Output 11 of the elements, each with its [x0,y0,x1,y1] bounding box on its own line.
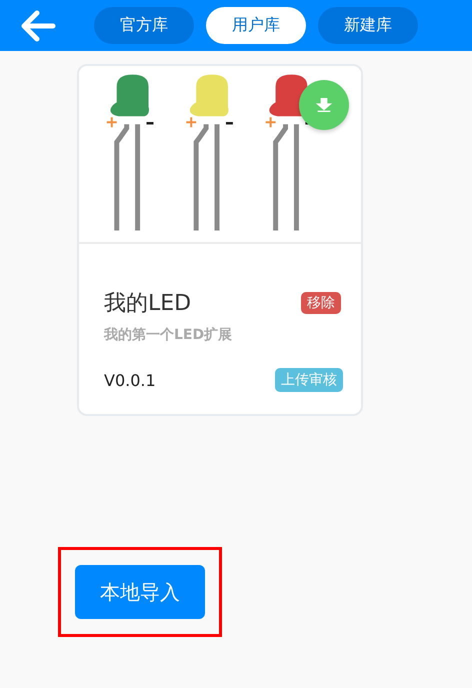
extension-title: 我的LED [104,290,192,318]
download-icon [315,96,333,114]
local-import-button[interactable]: 本地导入 [75,565,205,619]
library-tab[interactable]: 用户库 [206,7,306,44]
library-tab[interactable]: 新建库 [318,7,418,44]
back-arrow-icon[interactable] [20,10,56,42]
remove-button[interactable]: 移除 [301,292,341,314]
extension-description: 我的第一个LED扩展 [104,326,234,344]
library-tab[interactable]: 官方库 [94,7,194,44]
version-label: V0.0.1 [104,370,156,390]
download-button[interactable] [299,80,349,130]
